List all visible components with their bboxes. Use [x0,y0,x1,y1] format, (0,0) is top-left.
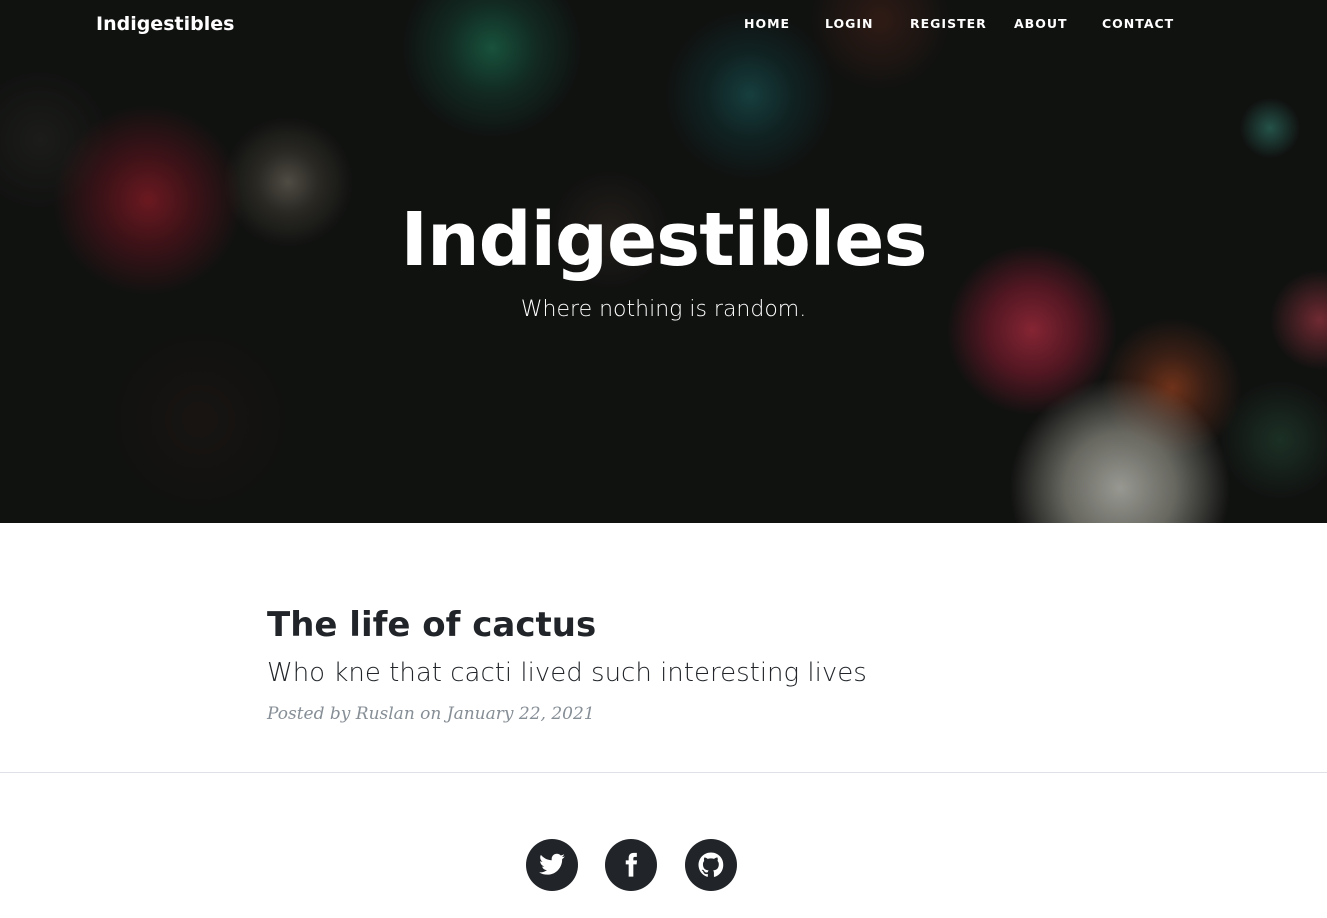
github-button[interactable] [685,839,737,891]
nav-link-about[interactable]: ABOUT [1014,14,1068,34]
hero-subtitle: Where nothing is random. [520,297,807,322]
twitter-button[interactable] [526,839,578,891]
section-divider [0,772,1327,773]
main-nav: HOME LOGIN REGISTER ABOUT CONTACT [0,14,1327,34]
nav-link-login[interactable]: LOGIN [825,14,874,34]
twitter-icon [539,853,565,875]
post-title-link[interactable]: The life of cactus [267,598,596,652]
nav-link-home[interactable]: HOME [744,14,790,34]
post-subtitle-link[interactable]: Who kne that cacti lived such interestin… [267,654,867,692]
facebook-button[interactable] [605,839,657,891]
post-meta: Posted by Ruslan on January 22, 2021 [267,704,595,724]
masthead-hero: Indigestibles HOME LOGIN REGISTER ABOUT … [0,0,1327,523]
nav-link-register[interactable]: REGISTER [910,14,987,34]
github-icon [698,852,724,877]
nav-link-contact[interactable]: CONTACT [1102,14,1174,34]
facebook-icon [625,852,638,877]
hero-title: Indigestibles [400,197,927,283]
